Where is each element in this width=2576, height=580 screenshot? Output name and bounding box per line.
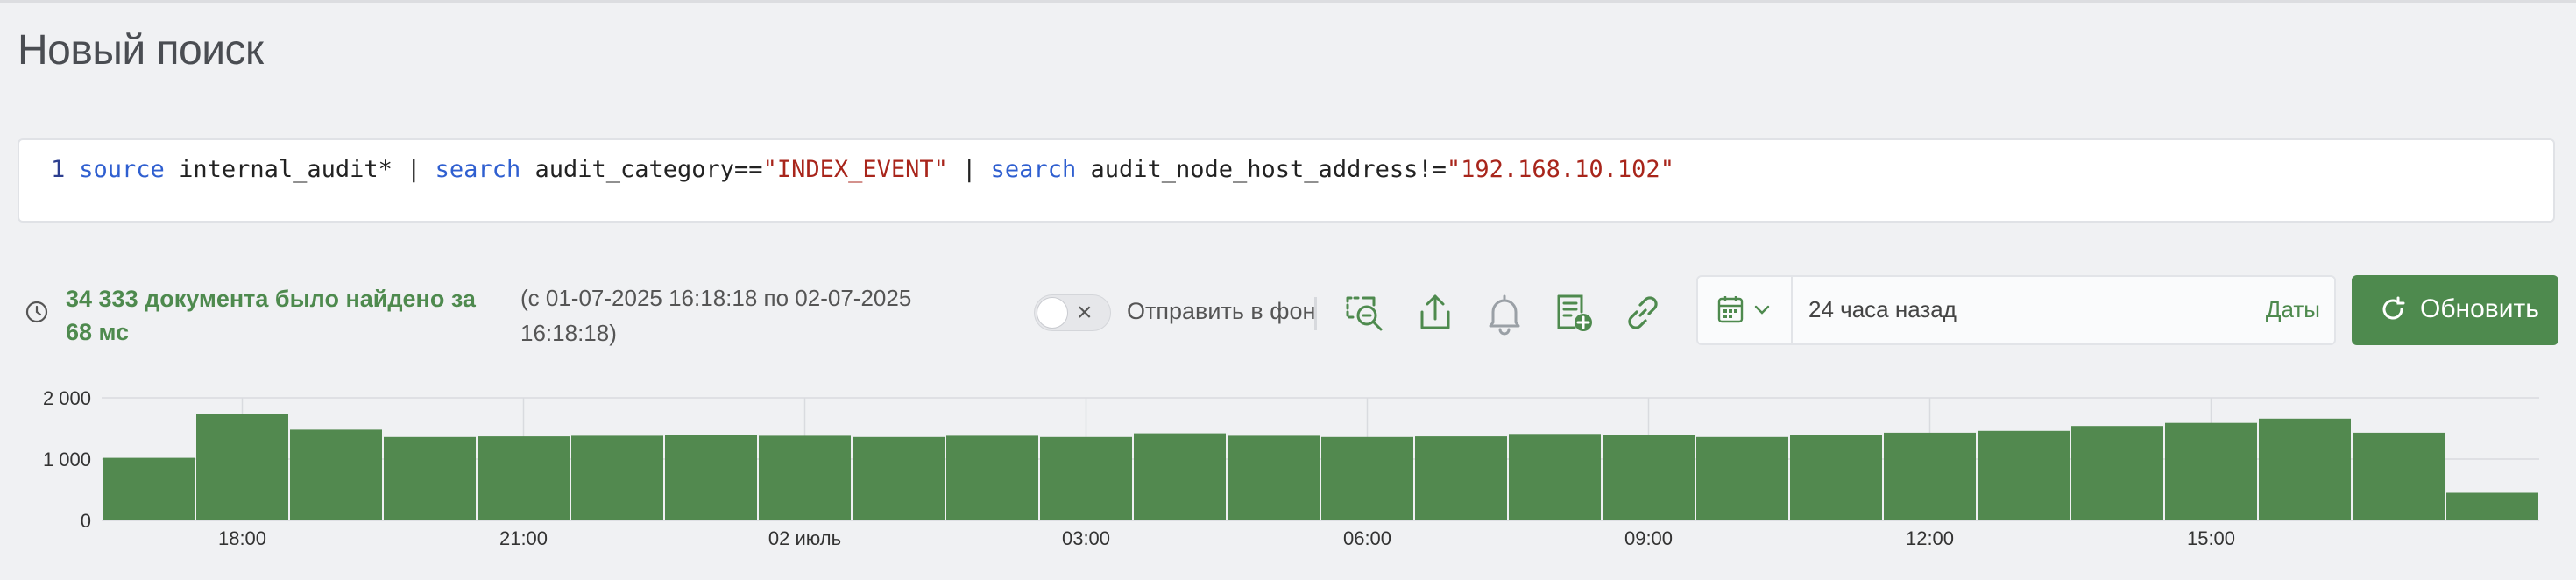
results-time-range: (с 01-07-2025 16:18:18 по 02-07-2025 16:…: [520, 285, 912, 346]
histogram-bar: [478, 436, 570, 520]
query-line[interactable]: 1 source internal_audit* | search audit_c…: [51, 154, 1674, 186]
search-docs-icon[interactable]: [1341, 289, 1388, 336]
refresh-button[interactable]: Обновить: [2352, 275, 2558, 345]
histogram-bar: [1603, 435, 1695, 520]
histogram-bar: [665, 435, 757, 520]
toggle-knob[interactable]: [1037, 297, 1068, 329]
calendar-icon[interactable]: [1716, 294, 1786, 326]
histogram-bar: [1228, 435, 1320, 520]
histogram-bar: [759, 435, 851, 520]
histogram-bar: [1040, 436, 1132, 520]
link-icon[interactable]: [1619, 289, 1667, 336]
x-tick-label: 02 июль: [768, 527, 841, 549]
date-picker-divider: [1791, 277, 1793, 343]
results-count: 34 333 документа было найдено за 68 мс: [66, 286, 476, 345]
bell-icon[interactable]: [1481, 289, 1528, 336]
x-tick-label: 03:00: [1062, 527, 1110, 549]
date-range-value[interactable]: 24 часа назад: [1808, 296, 1957, 323]
histogram-bar: [571, 435, 663, 520]
histogram-bar: [1790, 435, 1882, 520]
y-tick-label: 1 000: [43, 449, 91, 470]
x-tick-label: 06:00: [1343, 527, 1391, 549]
histogram-bar: [2259, 418, 2351, 520]
add-report-icon[interactable]: [1550, 289, 1597, 336]
query-editor[interactable]: 1 source internal_audit* | search audit_c…: [18, 138, 2555, 223]
histogram-bar: [1321, 436, 1413, 520]
dates-link[interactable]: Даты: [2266, 296, 2320, 323]
refresh-icon: [2378, 294, 2408, 324]
close-icon: ×: [1077, 298, 1093, 327]
y-tick-label: 0: [81, 510, 91, 532]
upload-icon[interactable]: [1412, 289, 1459, 336]
histogram-bar: [1978, 430, 2070, 520]
histogram-bar: [196, 414, 288, 520]
clock-icon: [25, 300, 49, 324]
histogram-bar: [103, 457, 195, 520]
page-title: Новый поиск: [18, 27, 264, 74]
x-tick-label: 09:00: [1624, 527, 1673, 549]
toolbar-divider: [1314, 297, 1317, 330]
query-token: internal_audit* |: [164, 156, 435, 183]
top-border: [0, 0, 2576, 3]
histogram-bar: [853, 436, 945, 520]
histogram-bar: [946, 435, 1038, 520]
histogram-bar: [1415, 436, 1507, 520]
query-token: source: [79, 156, 165, 183]
y-tick-label: 2 000: [43, 387, 91, 409]
query-token: |: [947, 156, 991, 183]
query-text[interactable]: source internal_audit* | search audit_ca…: [79, 156, 1674, 183]
histogram-bar: [290, 429, 382, 520]
query-token: audit_node_host_address!=: [1076, 156, 1447, 183]
query-token: "INDEX_EVENT": [762, 156, 948, 183]
query-token: "192.168.10.102": [1446, 156, 1674, 183]
background-toggle-label: Отправить в фон: [1127, 298, 1316, 324]
date-range-picker[interactable]: 24 часа назад Даты: [1696, 275, 2336, 345]
line-number: 1: [51, 156, 66, 183]
refresh-label: Обновить: [2420, 294, 2539, 323]
histogram-bar: [2071, 426, 2163, 520]
histogram-bar: [2353, 432, 2445, 520]
x-tick-label: 12:00: [1906, 527, 1954, 549]
histogram-bar: [1509, 434, 1601, 520]
background-toggle[interactable]: ×: [1034, 294, 1111, 331]
query-token: audit_category==: [520, 156, 763, 183]
query-token: search: [990, 156, 1077, 183]
events-histogram: 0 1 000 2 000 18:00 21:00 02 июль 03:00 06:00 09…: [43, 387, 2539, 549]
x-tick-label: 21:00: [499, 527, 548, 549]
histogram-bar: [1134, 433, 1226, 520]
histogram-bar: [2446, 492, 2538, 520]
x-tick-label: 15:00: [2187, 527, 2235, 549]
query-token: search: [435, 156, 521, 183]
x-tick-label: 18:00: [218, 527, 266, 549]
histogram-bar: [1884, 432, 1976, 520]
histogram-bar: [2165, 422, 2257, 520]
histogram-bar: [384, 436, 476, 520]
histogram-bar: [1696, 436, 1788, 520]
